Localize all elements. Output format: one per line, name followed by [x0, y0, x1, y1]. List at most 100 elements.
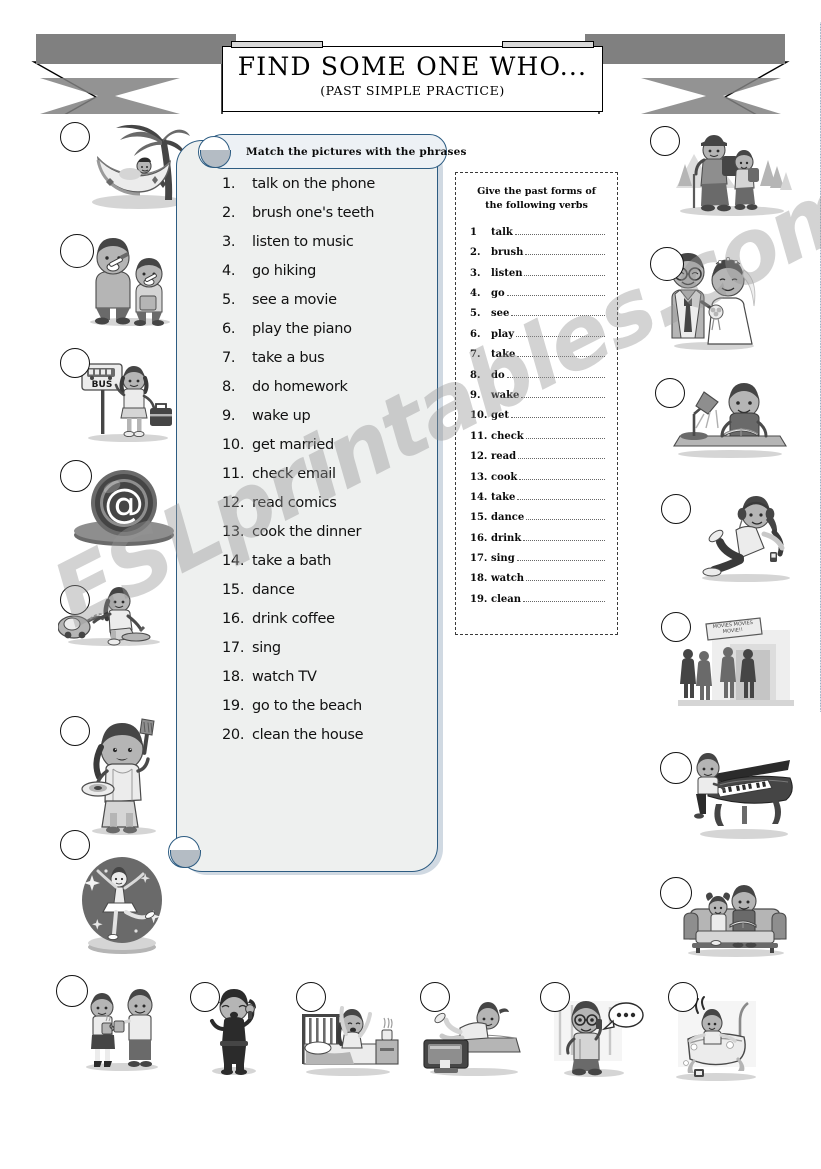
phrase-number: 20. — [222, 727, 245, 743]
answer-circle[interactable] — [60, 585, 90, 615]
answer-circle[interactable] — [60, 122, 90, 152]
phrase-text: watch TV — [252, 669, 317, 685]
answer-circle[interactable] — [56, 975, 88, 1007]
list-item: 12. read — [470, 451, 605, 471]
verb-answer-blank[interactable] — [521, 396, 605, 398]
verb-answer-blank[interactable] — [526, 580, 605, 582]
answer-circle[interactable] — [650, 247, 684, 281]
movie-theatre-picture: MOVIES MOVIES MOVIE!! — [678, 614, 794, 706]
list-item: 13. cook — [470, 472, 605, 492]
verb-answer-blank[interactable] — [514, 233, 605, 235]
title-tab-left-decoration — [231, 41, 323, 48]
answer-circle[interactable] — [190, 982, 220, 1012]
answer-circle[interactable] — [660, 752, 692, 784]
answer-circle[interactable] — [661, 494, 691, 524]
verb-number: 12. — [470, 451, 488, 463]
phrase-number: 2. — [222, 205, 236, 221]
list-item: 8. do homework — [222, 379, 427, 408]
list-item: 10. get married — [222, 437, 427, 466]
verb-word: do — [491, 369, 505, 381]
verb-answer-blank[interactable] — [523, 539, 605, 541]
verb-answer-blank[interactable] — [510, 417, 605, 419]
verb-answer-blank[interactable] — [518, 458, 605, 460]
answer-circle[interactable] — [60, 460, 92, 492]
verb-answer-blank[interactable] — [525, 437, 605, 439]
hammock-beach-picture — [86, 122, 190, 214]
list-item: 9. wake — [470, 390, 605, 410]
verb-word: go — [491, 287, 505, 299]
verb-word: watch — [491, 573, 525, 585]
list-item: 6. play — [470, 329, 605, 349]
answer-circle[interactable] — [668, 982, 698, 1012]
answer-circle[interactable] — [60, 234, 94, 268]
verb-answer-blank[interactable] — [524, 274, 605, 276]
phrase-number: 1. — [222, 176, 236, 192]
answer-circle[interactable] — [60, 716, 90, 746]
list-item: 15. dance — [222, 582, 427, 611]
phrase-text: do homework — [252, 379, 348, 395]
phrase-number: 7. — [222, 350, 236, 366]
phrase-text: listen to music — [252, 234, 354, 250]
verb-word: check — [491, 430, 524, 442]
verb-list: 1 talk 2. brush 3. listen 4. go 5. see 6… — [456, 227, 617, 614]
verb-answer-blank[interactable] — [523, 600, 605, 602]
verb-answer-blank[interactable] — [519, 478, 605, 480]
list-item: 15. dance — [470, 512, 605, 532]
phrase-text: go hiking — [252, 263, 317, 279]
list-item: 1 talk — [470, 227, 605, 247]
verb-number: 11. — [470, 430, 488, 442]
answer-circle[interactable] — [420, 982, 450, 1012]
verb-answer-blank[interactable] — [506, 294, 605, 296]
verb-number: 7. — [470, 349, 481, 361]
verb-word: read — [491, 451, 517, 463]
verb-number: 15. — [470, 512, 488, 524]
answer-circle[interactable] — [540, 982, 570, 1012]
verb-answer-blank[interactable] — [516, 335, 605, 337]
phrase-text: cook the dinner — [252, 524, 362, 540]
answer-circle[interactable] — [655, 378, 685, 408]
verb-answer-blank[interactable] — [525, 254, 605, 256]
answer-circle[interactable] — [60, 348, 90, 378]
brushing-teeth-picture — [82, 230, 178, 326]
list-item: 6. play the piano — [222, 321, 427, 350]
verb-word: take — [491, 349, 516, 361]
verb-answer-blank[interactable] — [517, 498, 605, 500]
phrase-number: 5. — [222, 292, 236, 308]
verb-number: 4. — [470, 287, 481, 299]
list-item: 5. see — [470, 308, 605, 328]
list-item: 9. wake up — [222, 408, 427, 437]
cooking-dinner-picture — [80, 713, 170, 835]
answer-circle[interactable] — [60, 830, 90, 860]
verb-number: 5. — [470, 308, 481, 320]
page-subtitle: (PAST SIMPLE PRACTICE) — [320, 83, 505, 99]
bus-stop-picture: BUS — [76, 352, 178, 442]
phrase-text: play the piano — [252, 321, 352, 337]
phrase-text: take a bath — [252, 553, 332, 569]
list-item: 13. cook the dinner — [222, 524, 427, 553]
phrase-text: sing — [252, 640, 281, 656]
list-item: 2. brush — [470, 247, 605, 267]
verb-number: 14. — [470, 491, 488, 503]
verb-answer-blank[interactable] — [526, 519, 605, 521]
verb-answer-blank[interactable] — [511, 315, 605, 317]
verb-answer-blank[interactable] — [517, 356, 605, 358]
answer-circle[interactable] — [296, 982, 326, 1012]
answer-circle[interactable] — [660, 877, 692, 909]
phrase-number: 16. — [222, 611, 245, 627]
list-item: 12. read comics — [222, 495, 427, 524]
answer-circle[interactable] — [650, 126, 680, 156]
verb-answer-blank[interactable] — [506, 376, 605, 378]
list-item: 18. watch — [470, 573, 605, 593]
page-title: FIND SOME ONE WHO... — [237, 52, 588, 81]
phrase-number: 11. — [222, 466, 245, 482]
answer-circle[interactable] — [661, 612, 691, 642]
verb-word: drink — [491, 532, 522, 544]
verb-answer-blank[interactable] — [516, 560, 605, 562]
phrase-number: 9. — [222, 408, 236, 424]
homework-desk-picture — [668, 378, 788, 458]
verb-word: dance — [491, 512, 525, 524]
list-item: 2. brush one's teeth — [222, 205, 427, 234]
instruction-text: Match the pictures with the phrases — [246, 145, 467, 158]
list-item: 8. do — [470, 370, 605, 390]
phrase-text: brush one's teeth — [252, 205, 375, 221]
